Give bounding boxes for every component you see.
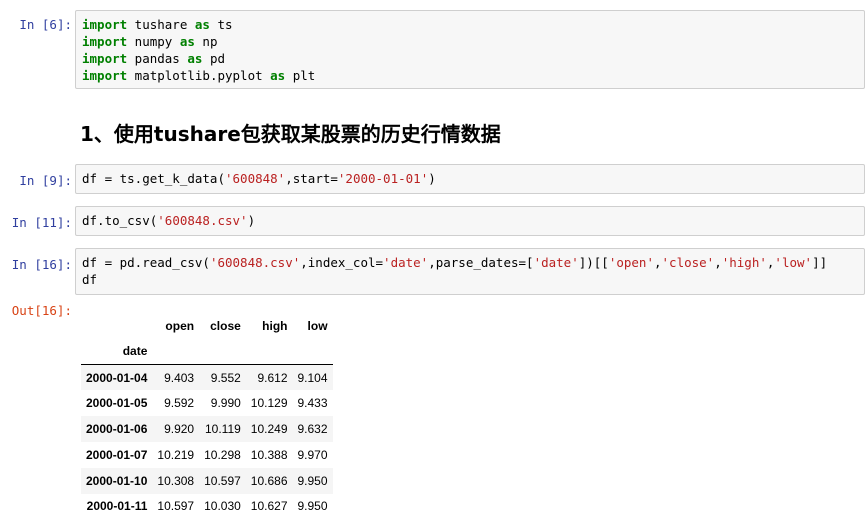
cell-high: 9.612: [257, 370, 288, 385]
string-literal: 'high': [721, 255, 767, 270]
code-text: ]]: [812, 255, 828, 270]
output-prompt: Out[16]:: [11, 303, 72, 318]
code-text: ,: [653, 255, 662, 270]
column-header-close: close: [210, 318, 241, 333]
table-row: 2000-01-05 9.592 9.990 10.129 9.433: [81, 390, 333, 416]
cell-open: 9.403: [164, 370, 195, 385]
column-header-row: open close high low: [81, 313, 333, 339]
code-text: ,: [714, 255, 722, 270]
keyword: as: [270, 68, 286, 83]
cell-open: 10.308: [157, 473, 195, 488]
row-index: 2000-01-11: [86, 499, 148, 514]
table-row: 2000-01-07 10.219 10.298 10.388 9.970: [81, 442, 333, 468]
string-literal: '600848': [225, 171, 286, 186]
module-name: tushare: [127, 17, 195, 32]
keyword: as: [179, 34, 195, 49]
row-index: 2000-01-06: [86, 422, 148, 437]
cell-low: 9.970: [297, 447, 328, 462]
column-header-open: open: [165, 318, 195, 333]
code-line: import tushare as ts: [82, 17, 233, 32]
index-name-row: date: [81, 338, 333, 366]
cell-close: 10.298: [204, 447, 241, 462]
cell-open: 9.920: [164, 422, 195, 437]
alias: np: [194, 34, 218, 49]
code-text: df = ts.get_k_data(: [82, 171, 225, 186]
code-editor[interactable]: df.to_csv('600848.csv'): [75, 206, 865, 236]
string-literal: 'close': [661, 255, 715, 270]
cell-high: 10.388: [250, 447, 288, 462]
row-index: 2000-01-10: [86, 473, 148, 488]
string-literal: 'date': [533, 255, 579, 270]
markdown-heading: 1、使用tushare包获取某股票的历史行情数据: [80, 122, 501, 146]
code-text: ): [428, 171, 436, 186]
table-row: 2000-01-10 10.308 10.597 10.686 9.950: [81, 467, 333, 494]
code-text: ): [247, 213, 256, 228]
cell-close: 10.030: [204, 499, 241, 514]
column-header-high: high: [262, 318, 288, 333]
code-text: df = pd.read_csv(: [82, 255, 210, 270]
code-text: df: [82, 272, 98, 287]
string-literal: 'low': [774, 255, 813, 270]
table-row: 2000-01-11 10.597 10.030 10.627 9.950: [81, 494, 333, 520]
code-editor[interactable]: df = pd.read_csv('600848.csv',index_col=…: [75, 248, 865, 295]
string-literal: 'open': [608, 255, 654, 270]
alias: pd: [202, 51, 226, 66]
cell-low: 9.433: [297, 396, 328, 411]
table-row: 2000-01-04 9.403 9.552 9.612 9.104: [81, 364, 333, 391]
alias: plt: [285, 68, 316, 83]
code-text: ,index_col=: [300, 255, 384, 270]
row-index: 2000-01-05: [86, 396, 148, 411]
cell-open: 10.597: [157, 499, 195, 514]
code-text: ,start=: [285, 171, 338, 186]
cell-high: 10.129: [250, 396, 288, 411]
dataframe-output: open close high low date 2000-01-04 9.40…: [81, 313, 333, 519]
index-header-blank: [81, 313, 152, 339]
cell-close: 10.119: [204, 422, 241, 437]
cell-high: 10.249: [250, 422, 288, 437]
column-header-low: low: [307, 318, 328, 333]
alias: ts: [209, 17, 233, 32]
keyword: as: [194, 17, 210, 32]
input-prompt: In [16]:: [11, 257, 72, 272]
cell-close: 10.597: [204, 473, 241, 488]
cell-high: 10.686: [250, 473, 288, 488]
string-literal: '600848.csv': [209, 255, 301, 270]
keyword: import: [82, 68, 128, 83]
index-name: date: [81, 338, 153, 366]
table-row: 2000-01-06 9.920 10.119 10.249 9.632: [81, 416, 333, 442]
code-line: import numpy as np: [82, 34, 217, 49]
module-name: matplotlib.pyplot: [127, 68, 271, 83]
cell-close: 9.990: [210, 396, 241, 411]
cell-low: 9.632: [297, 422, 328, 437]
code-text: ,parse_dates=[: [428, 255, 534, 270]
cell-low: 9.950: [297, 473, 328, 488]
code-line: import pandas as pd: [82, 51, 225, 66]
row-index: 2000-01-04: [86, 370, 148, 385]
code-line: import matplotlib.pyplot as plt: [82, 68, 315, 83]
code-text: ])[[: [578, 255, 609, 270]
keyword: import: [82, 17, 128, 32]
input-prompt: In [11]:: [11, 215, 72, 230]
cell-low: 9.950: [297, 499, 328, 514]
keyword: import: [82, 34, 128, 49]
code-text: df.to_csv(: [82, 213, 158, 228]
string-literal: '2000-01-01': [337, 171, 429, 186]
input-prompt: In [6]:: [19, 17, 72, 32]
code-editor[interactable]: import tushare as ts import numpy as np …: [75, 10, 865, 89]
module-name: pandas: [127, 51, 188, 66]
cell-open: 9.592: [164, 396, 195, 411]
row-index: 2000-01-07: [86, 447, 148, 462]
keyword: import: [82, 51, 128, 66]
module-name: numpy: [127, 34, 180, 49]
code-editor[interactable]: df = ts.get_k_data('600848',start='2000-…: [75, 164, 865, 194]
cell-close: 9.552: [210, 370, 241, 385]
string-literal: '600848.csv': [157, 213, 248, 228]
cell-high: 10.627: [250, 499, 288, 514]
keyword: as: [187, 51, 203, 66]
cell-open: 10.219: [157, 447, 195, 462]
input-prompt: In [9]:: [19, 173, 72, 188]
string-literal: 'date': [383, 255, 429, 270]
cell-low: 9.104: [297, 370, 328, 385]
